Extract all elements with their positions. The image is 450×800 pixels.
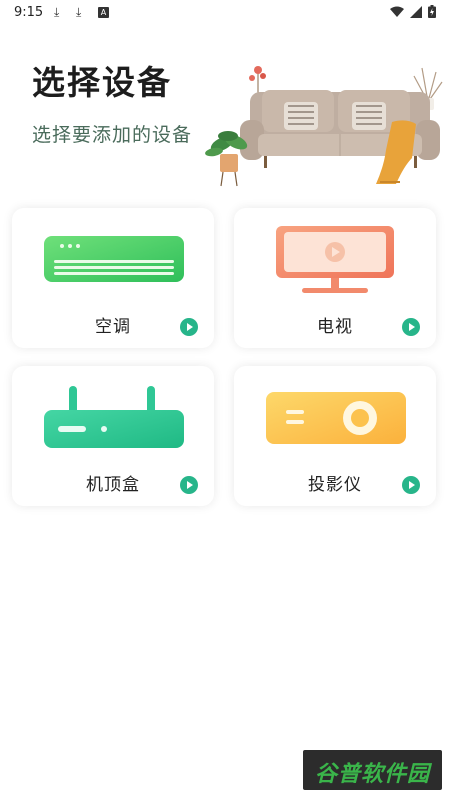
page-subtitle: 选择要添加的设备: [32, 124, 193, 146]
status-time: 9:15: [14, 5, 44, 20]
watermark-text: 谷普软件园: [314, 762, 430, 787]
projector-icon: [266, 392, 406, 444]
air-conditioner-icon: [44, 236, 184, 282]
page-title: 选择设备: [32, 63, 172, 102]
sofa-illustration: [205, 66, 443, 187]
play-icon[interactable]: [402, 476, 420, 494]
device-card-set-top-box[interactable]: 机顶盒: [12, 366, 214, 506]
battery-icon: [428, 5, 436, 18]
set-top-box-icon: [44, 386, 184, 448]
download-icon: ⤓: [54, 5, 60, 19]
wifi-icon: [390, 6, 404, 17]
device-card-tv[interactable]: 电视: [234, 208, 436, 348]
play-icon[interactable]: [180, 318, 198, 336]
device-card-air-conditioner[interactable]: 空调: [12, 208, 214, 348]
status-bar: 9:15 ⤓ ⤓ A: [0, 0, 450, 26]
signal-icon: [410, 5, 422, 18]
status-right-icons: [390, 5, 436, 18]
download-icon: ⤓: [76, 5, 82, 19]
play-icon[interactable]: [180, 476, 198, 494]
watermark: 谷普软件园: [303, 750, 442, 790]
a-icon: A: [98, 7, 109, 18]
tv-icon: [276, 226, 394, 293]
device-card-projector[interactable]: 投影仪: [234, 366, 436, 506]
play-icon[interactable]: [402, 318, 420, 336]
